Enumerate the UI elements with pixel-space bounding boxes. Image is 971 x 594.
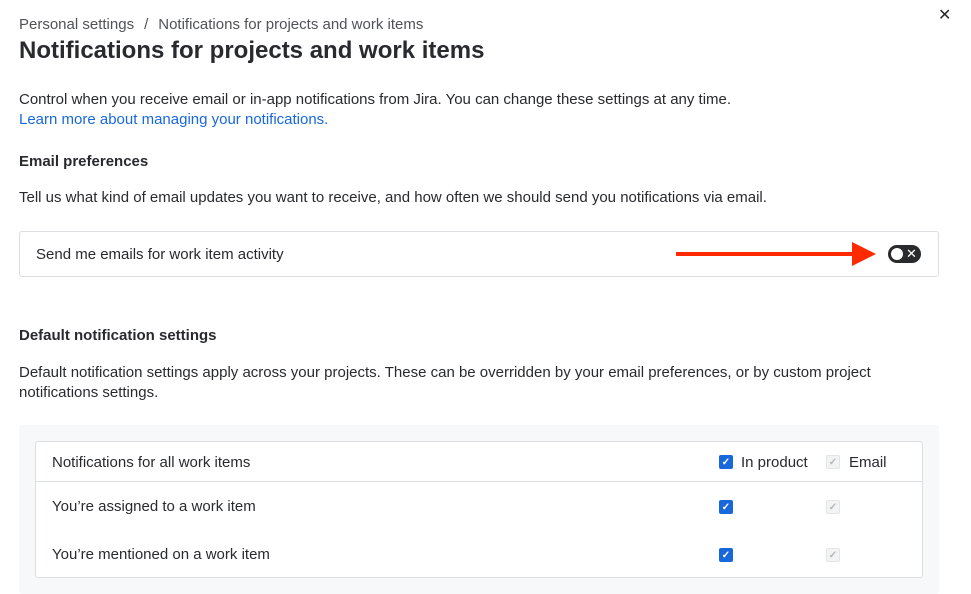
- breadcrumb-current: Notifications for projects and work item…: [158, 16, 424, 33]
- email-toggle-label: Send me emails for work item activity: [36, 246, 284, 263]
- notification-settings-panel: Notifications for all work items ✓ In pr…: [19, 425, 939, 594]
- in-product-all-checkbox[interactable]: ✓: [719, 455, 733, 469]
- close-icon: ✕: [906, 246, 917, 261]
- header-label: Notifications for all work items: [52, 454, 251, 471]
- email-checkbox: ✓: [826, 548, 840, 562]
- email-checkbox: ✓: [826, 500, 840, 514]
- email-all-checkbox: ✓: [826, 455, 840, 469]
- toggle-knob: [891, 248, 903, 260]
- in-product-header: In product: [741, 454, 808, 471]
- email-description: Tell us what kind of email updates you w…: [19, 189, 767, 206]
- in-product-checkbox[interactable]: ✓: [719, 548, 733, 562]
- notification-table: Notifications for all work items ✓ In pr…: [35, 441, 923, 578]
- email-activity-toggle[interactable]: ✕: [888, 245, 921, 263]
- annotation-arrow-icon: [676, 242, 876, 266]
- page-title: Notifications for projects and work item…: [19, 37, 485, 64]
- intro-text: Control when you receive email or in-app…: [19, 91, 732, 108]
- table-header: Notifications for all work items ✓ In pr…: [36, 442, 922, 482]
- table-row: You’re mentioned on a work item ✓ ✓: [36, 530, 922, 578]
- close-icon[interactable]: ✕: [938, 5, 951, 25]
- row-label: You’re mentioned on a work item: [52, 546, 270, 563]
- in-product-checkbox[interactable]: ✓: [719, 500, 733, 514]
- learn-more-link[interactable]: Learn more about managing your notificat…: [19, 111, 328, 128]
- breadcrumb: Personal settings / Notifications for proj…: [19, 16, 423, 33]
- email-header: Email: [849, 454, 887, 471]
- table-row: You’re assigned to a work item ✓ ✓: [36, 482, 922, 530]
- default-settings-heading: Default notification settings: [19, 327, 217, 344]
- breadcrumb-parent[interactable]: Personal settings: [19, 16, 134, 33]
- email-preferences-heading: Email preferences: [19, 153, 149, 170]
- breadcrumb-separator: /: [144, 16, 149, 33]
- default-settings-description: Default notification settings apply acro…: [19, 364, 871, 401]
- row-label: You’re assigned to a work item: [52, 498, 256, 515]
